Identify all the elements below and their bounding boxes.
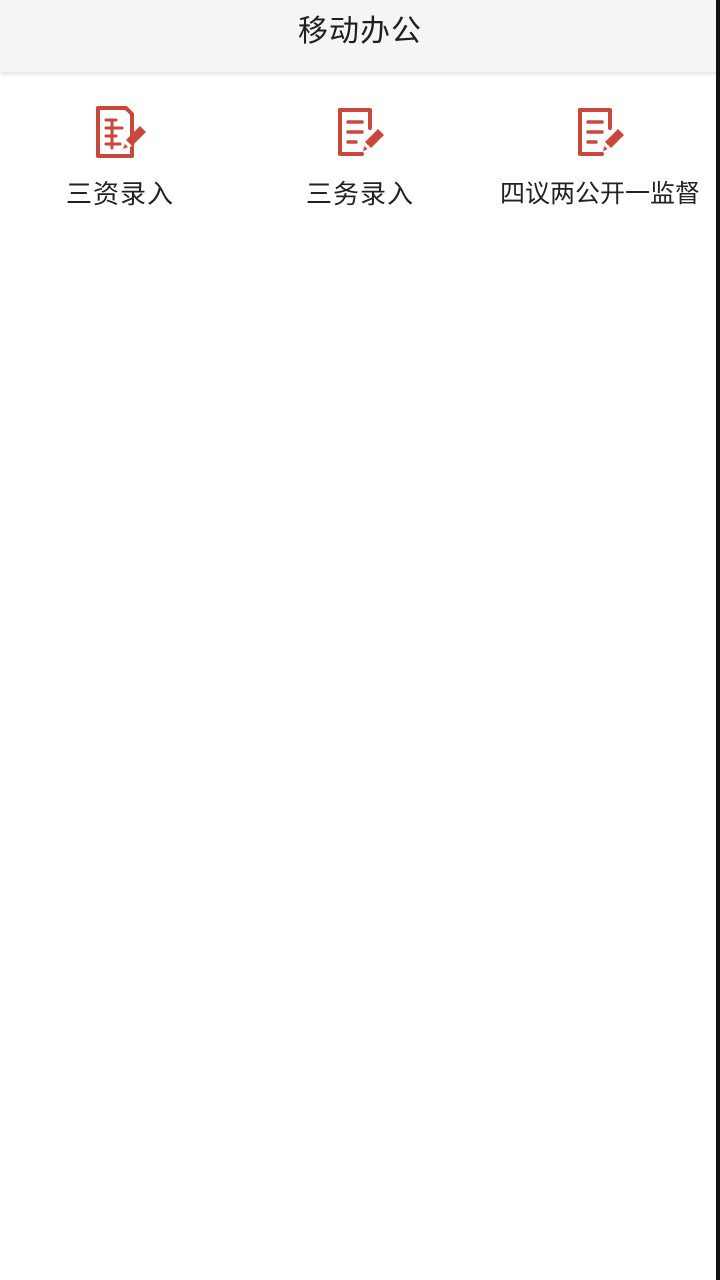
screen-edge — [716, 0, 720, 1280]
menu-item-sanwu-entry[interactable]: 三务录入 — [240, 104, 480, 211]
page-title: 移动办公 — [298, 14, 422, 49]
menu-item-four-discussions-two-publicities[interactable]: 四议两公开一监督 — [480, 104, 720, 211]
menu-item-label: 四议两公开一监督 — [499, 179, 700, 208]
menu-item-sanzi-entry[interactable]: 三资录入 — [0, 104, 240, 211]
document-pencil-icon — [578, 108, 624, 156]
menu-item-label: 三务录入 — [305, 180, 414, 210]
edit-document-icon — [96, 106, 146, 158]
top-app-bar: 移动办公 — [0, 0, 720, 72]
menu-item-label: 三资录入 — [65, 180, 174, 210]
document-pencil-icon — [338, 108, 384, 156]
menu-grid: 三资录入 三务录入 四议两公开一监督 — [0, 104, 720, 211]
